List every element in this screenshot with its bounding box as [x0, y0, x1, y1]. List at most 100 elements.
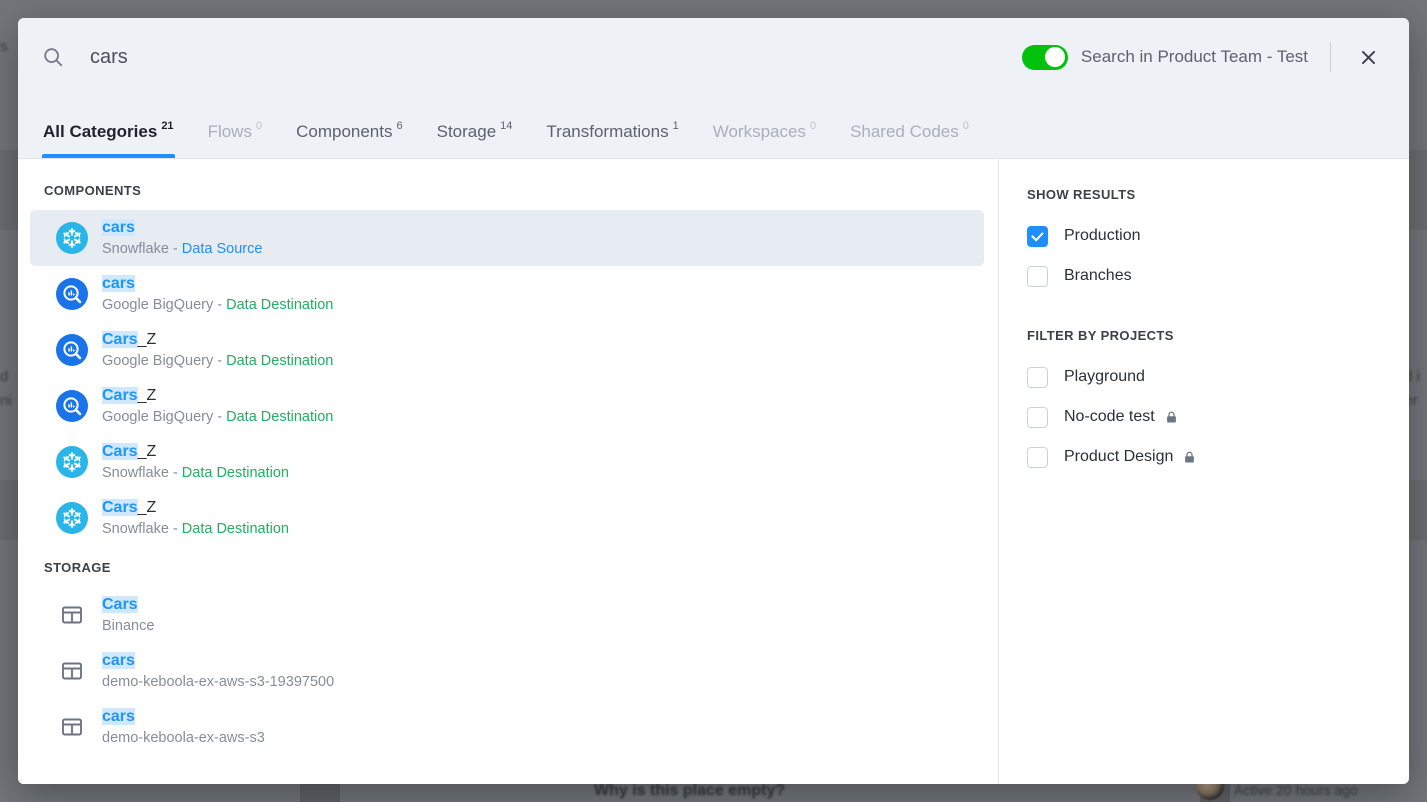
table-icon	[62, 718, 82, 736]
tab-transformations[interactable]: Transformations 1	[545, 120, 679, 158]
result-title: Cars_Z	[102, 441, 289, 462]
result-title-rest: _Z	[137, 387, 157, 404]
filters-panel: SHOW RESULTS Production Branches FILTER B…	[998, 159, 1409, 784]
filter-checkbox-row[interactable]: Production	[1027, 216, 1409, 256]
checkbox[interactable]	[1027, 366, 1048, 388]
search-input[interactable]	[90, 45, 570, 69]
table-icon	[56, 711, 88, 743]
show-results-checkbox-group: Production Branches	[1027, 216, 1409, 296]
result-row[interactable]: Cars_Z Google BigQuery - Data Destination	[30, 378, 984, 434]
google-bigquery-icon	[56, 278, 88, 310]
result-row-text: cars Google BigQuery - Data Destination	[102, 273, 333, 315]
tab-workspaces[interactable]: Workspaces 0	[712, 120, 817, 158]
result-row[interactable]: cars demo-keboola-ex-aws-s3-19397500	[30, 643, 984, 699]
filter-checkbox-row[interactable]: No-code test	[1027, 397, 1409, 437]
result-title: Cars_Z	[102, 497, 289, 518]
filter-checkbox-row[interactable]: Product Design	[1027, 437, 1409, 477]
close-button[interactable]	[1353, 42, 1383, 72]
result-subtitle: Google BigQuery - Data Destination	[102, 351, 333, 371]
lock-icon	[1182, 450, 1197, 465]
result-title-rest: _Z	[137, 443, 157, 460]
tab-label: All Categories	[43, 122, 158, 141]
result-row[interactable]: Cars Binance	[30, 587, 984, 643]
tab-all-categories[interactable]: All Categories 21	[42, 120, 175, 158]
result-type-tag[interactable]: Data Source	[182, 241, 263, 257]
result-subtitle-prefix: Snowflake -	[102, 521, 182, 537]
result-type-tag[interactable]: Data Destination	[226, 353, 333, 369]
result-row[interactable]: cars demo-keboola-ex-aws-s3	[30, 699, 984, 755]
checkbox[interactable]	[1027, 225, 1048, 247]
table-icon	[62, 606, 82, 624]
snowflake-icon	[56, 222, 88, 254]
global-search-modal: Search in Product Team - Test All Catego…	[18, 18, 1409, 784]
result-subtitle: demo-keboola-ex-aws-s3-19397500	[102, 672, 334, 692]
tab-label: Shared Codes	[850, 122, 959, 141]
tab-components[interactable]: Components 6	[295, 120, 404, 158]
snowflake-icon	[56, 446, 88, 478]
snowflake-icon	[56, 502, 88, 534]
components-result-list: cars Snowflake - Data Source cars Google Bi…	[18, 210, 998, 546]
result-row-text: Cars_Z Google BigQuery - Data Destination	[102, 385, 333, 427]
search-left	[42, 45, 1022, 69]
result-subtitle-prefix: demo-keboola-ex-aws-s3-19397500	[102, 674, 335, 690]
table-icon	[56, 655, 88, 687]
tab-storage[interactable]: Storage 14	[436, 120, 514, 158]
lock-icon	[1164, 410, 1179, 425]
search-scope-label: Search in Product Team - Test	[1080, 47, 1308, 66]
google-bigquery-icon	[56, 390, 88, 422]
scroll-fade	[18, 758, 998, 784]
backdrop-text-left-a: d	[0, 368, 9, 385]
result-title-rest: _Z	[137, 499, 157, 516]
checkbox[interactable]	[1027, 265, 1048, 287]
result-subtitle-prefix: Binance	[102, 618, 155, 634]
result-row-text: cars demo-keboola-ex-aws-s3-19397500	[102, 650, 334, 692]
filter-by-projects-heading: FILTER BY PROJECTS	[1027, 328, 1174, 343]
checkbox[interactable]	[1027, 446, 1048, 468]
result-row[interactable]: cars Google BigQuery - Data Destination	[30, 266, 984, 322]
filter-label: Playground	[1064, 368, 1145, 385]
header-divider	[1330, 42, 1331, 72]
show-results-heading: SHOW RESULTS	[1027, 187, 1136, 202]
tab-count-badge: 6	[396, 120, 403, 132]
result-title: cars	[102, 706, 265, 727]
google-bigquery-icon	[56, 278, 88, 310]
tab-label: Storage	[436, 122, 497, 141]
result-subtitle: Snowflake - Data Source	[102, 239, 262, 259]
result-type-tag[interactable]: Data Destination	[226, 409, 333, 425]
result-type-tag[interactable]: Data Destination	[226, 297, 333, 313]
result-title-match: Cars	[102, 443, 138, 460]
result-row[interactable]: Cars_Z Snowflake - Data Destination	[30, 434, 984, 490]
table-icon	[56, 599, 88, 631]
result-title-match: Cars	[102, 596, 138, 613]
filter-checkbox-row[interactable]: Branches	[1027, 256, 1409, 296]
result-title: cars	[102, 650, 334, 671]
result-title: Cars_Z	[102, 385, 333, 406]
result-row-text: Cars_Z Snowflake - Data Destination	[102, 441, 289, 483]
search-results-panel: COMPONENTS cars Snowflake - Data Source ca…	[18, 159, 998, 784]
result-row[interactable]: Cars_Z Snowflake - Data Destination	[30, 490, 984, 546]
backdrop-text-left-top: s	[0, 38, 8, 55]
tab-label: Workspaces	[712, 122, 806, 141]
tab-label: Transformations	[546, 122, 669, 141]
filter-checkbox-row[interactable]: Playground	[1027, 357, 1409, 397]
tab-count-badge: 14	[500, 120, 513, 132]
tab-shared-codes[interactable]: Shared Codes 0	[849, 120, 970, 158]
active-status: Active 20 hours ago	[1234, 782, 1358, 798]
snowflake-icon	[56, 446, 88, 478]
result-type-tag[interactable]: Data Destination	[182, 465, 289, 481]
tab-flows[interactable]: Flows 0	[207, 120, 264, 158]
search-scope-toggle[interactable]	[1021, 44, 1068, 70]
result-row-text: Cars Binance	[102, 594, 154, 636]
result-type-tag[interactable]: Data Destination	[182, 521, 289, 537]
search-icon	[42, 46, 64, 68]
result-title-rest: _Z	[137, 331, 157, 348]
result-row[interactable]: cars Snowflake - Data Source	[30, 210, 984, 266]
empty-state-prompt: Why is this place empty?	[594, 782, 786, 799]
search-right: Search in Product Team - Test	[1021, 42, 1383, 72]
result-row[interactable]: Cars_Z Google BigQuery - Data Destination	[30, 322, 984, 378]
result-subtitle-prefix: Google BigQuery -	[102, 409, 227, 425]
result-subtitle: Binance	[102, 616, 154, 636]
snowflake-icon	[56, 502, 88, 534]
checkbox[interactable]	[1027, 406, 1048, 428]
storage-result-list: Cars Binance cars demo-keboola-ex-aws-s3-19…	[18, 587, 998, 755]
